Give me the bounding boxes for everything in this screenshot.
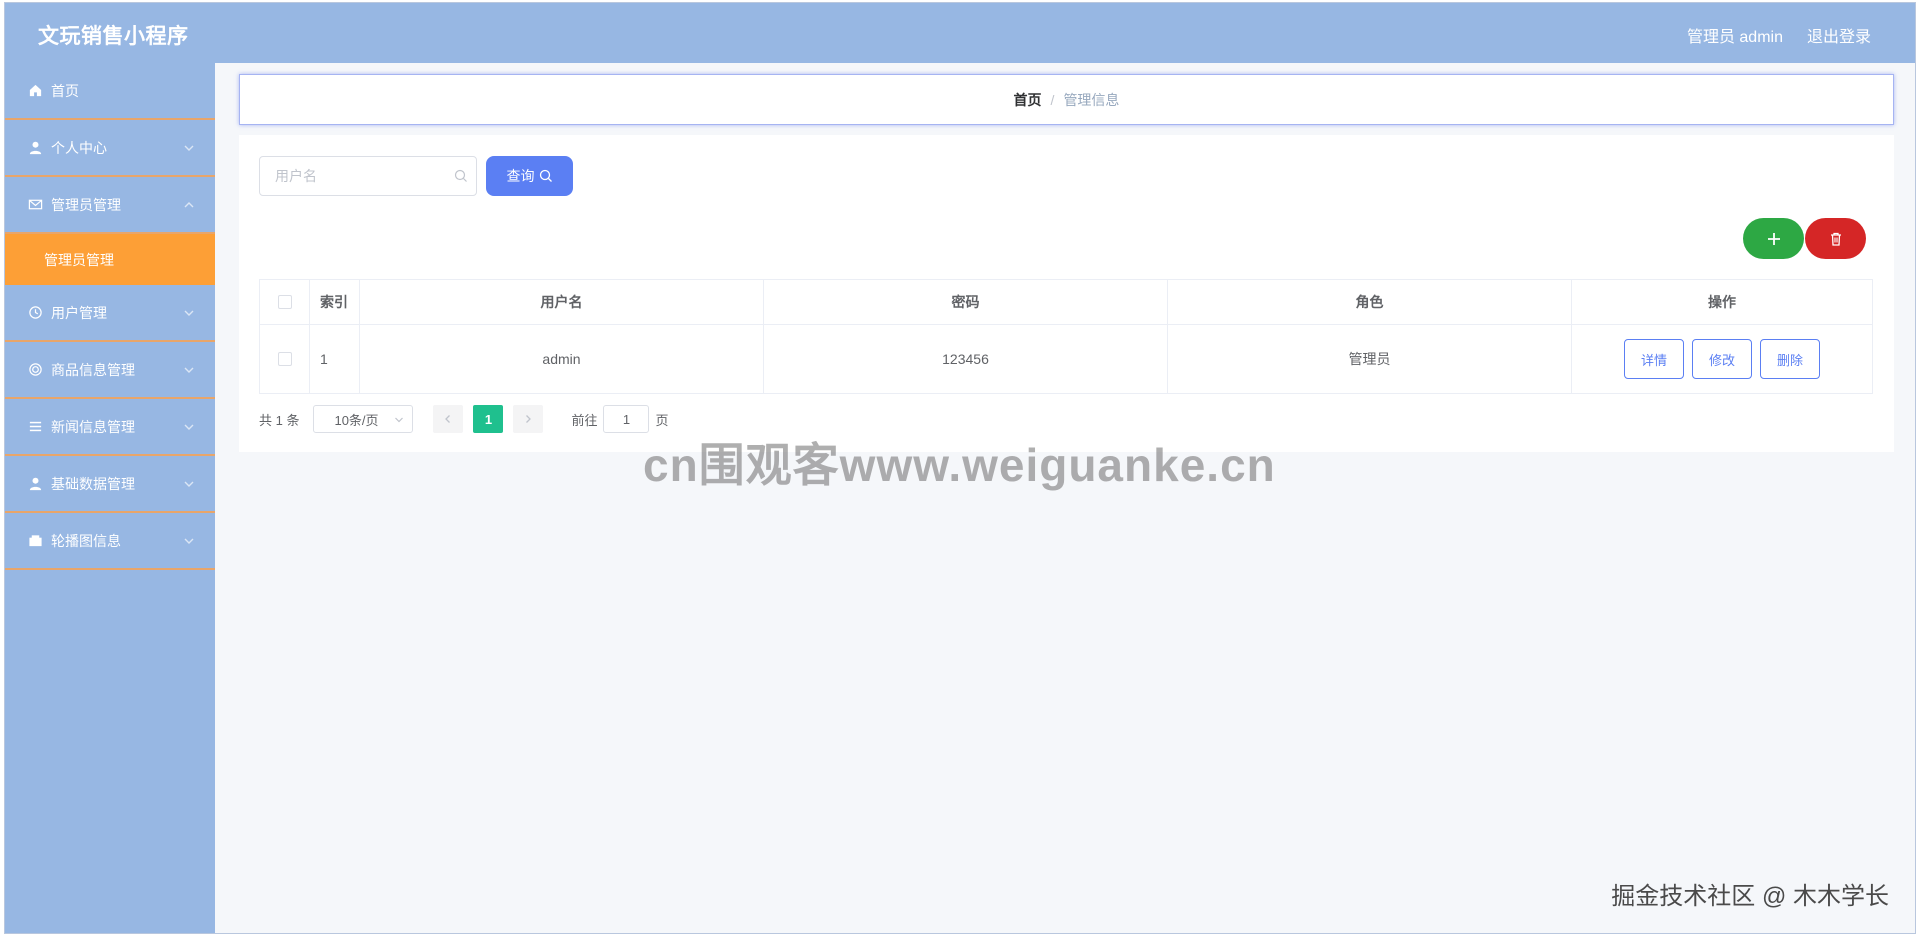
delete-button[interactable]: 删除	[1760, 339, 1820, 379]
username-search-input[interactable]: 用户名	[259, 156, 477, 196]
next-page-button[interactable]	[513, 405, 544, 433]
pagination-total: 共 1 条	[259, 412, 300, 428]
search-icon	[539, 169, 552, 182]
plus-icon	[1767, 232, 1780, 245]
app-title: 文玩销售小程序	[38, 25, 189, 48]
current-user-label[interactable]: 管理员 admin	[1687, 23, 1783, 47]
column-header: 操作	[1708, 294, 1736, 310]
edit-button[interactable]: 修改	[1692, 339, 1752, 379]
chevron-down-icon	[184, 367, 194, 373]
mail-icon	[27, 197, 43, 213]
table-row: 1 admin 123456 管理员 详情 修改 删除	[260, 325, 1872, 393]
chevron-down-icon	[184, 424, 194, 430]
cell-password: 123456	[764, 325, 1168, 393]
search-icon	[454, 169, 467, 182]
logout-link[interactable]: 退出登录	[1807, 23, 1871, 47]
sidebar-item-label: 首页	[51, 82, 79, 99]
main-content: 首页 / 管理信息 用户名 查询 索引 用户名 密码 角色 操作 1 admin…	[215, 63, 1915, 933]
sidebar-item-label: 新闻信息管理	[51, 418, 135, 435]
chevron-up-icon	[184, 202, 194, 208]
user-icon	[27, 476, 43, 492]
sidebar-subitem-admin-management[interactable]: 管理员管理	[5, 234, 215, 285]
page-size-select[interactable]: 10条/页	[313, 405, 414, 433]
batch-delete-button[interactable]	[1805, 218, 1866, 259]
breadcrumb-home[interactable]: 首页	[1014, 90, 1042, 110]
chevron-right-icon	[526, 415, 532, 423]
cell-actions: 详情 修改 删除	[1572, 325, 1872, 393]
sidebar-item-admin-management[interactable]: 管理员管理	[5, 177, 215, 234]
add-button[interactable]	[1743, 218, 1804, 259]
detail-button[interactable]: 详情	[1624, 339, 1684, 379]
list-icon	[27, 419, 43, 435]
column-header: 用户名	[360, 280, 764, 324]
breadcrumb-separator: /	[1050, 91, 1055, 108]
cell-index: 1	[310, 325, 360, 393]
page-unit-label: 页	[655, 412, 669, 428]
sidebar-item-label: 商品信息管理	[51, 361, 135, 378]
row-checkbox[interactable]	[277, 352, 292, 366]
query-button[interactable]: 查询	[486, 156, 573, 196]
home-icon	[27, 83, 43, 99]
prev-page-button[interactable]	[433, 405, 464, 433]
query-button-label: 查询	[506, 168, 535, 184]
sidebar-item-user-management[interactable]: 用户管理	[5, 285, 215, 342]
app-frame: 文玩销售小程序 管理员 admin 退出登录 首页 个人中心 管理员管理 管理员…	[4, 2, 1916, 934]
sidebar-item-label: 轮播图信息	[51, 532, 121, 549]
chevron-down-icon	[184, 310, 194, 316]
clock-icon	[27, 305, 43, 321]
corner-watermark: 掘金技术社区 @ 木木学长	[1611, 883, 1889, 910]
breadcrumb: 首页 / 管理信息	[239, 74, 1894, 125]
cell-role: 管理员	[1168, 325, 1572, 393]
sidebar: 首页 个人中心 管理员管理 管理员管理 用户管理 商品信息管理 新闻信息管理 基…	[5, 63, 215, 933]
row-checkbox-cell	[260, 325, 310, 393]
page-size-value: 10条/页	[334, 412, 379, 428]
page-number-current[interactable]: 1	[473, 405, 504, 433]
watermark-text: cn围观客www.weiguanke.cn	[643, 439, 1276, 491]
sidebar-item-carousel-info[interactable]: 轮播图信息	[5, 513, 215, 570]
sidebar-item-label: 用户管理	[51, 304, 107, 321]
sidebar-item-news-management[interactable]: 新闻信息管理	[5, 399, 215, 456]
cell-username: admin	[360, 325, 764, 393]
search-placeholder: 用户名	[275, 168, 317, 184]
sidebar-item-base-data-management[interactable]: 基础数据管理	[5, 456, 215, 513]
chevron-down-icon	[184, 145, 194, 151]
user-icon	[27, 140, 43, 156]
pagination: 共 1 条 10条/页 1 前往 1 页	[259, 405, 669, 433]
table-header-row: 索引 用户名 密码 角色 操作	[260, 280, 1872, 325]
breadcrumb-current: 管理信息	[1063, 91, 1120, 108]
column-header: 索引	[310, 280, 360, 324]
sidebar-item-label: 管理员管理	[51, 196, 121, 213]
chevron-left-icon	[445, 415, 451, 423]
trash-icon	[1830, 232, 1841, 246]
sidebar-item-home[interactable]: 首页	[5, 63, 215, 120]
column-header: 密码	[764, 280, 1168, 324]
target-icon	[27, 362, 43, 378]
sidebar-item-label: 基础数据管理	[51, 475, 135, 492]
chevron-down-icon	[395, 417, 404, 423]
sidebar-item-label: 个人中心	[51, 139, 107, 156]
admin-table: 索引 用户名 密码 角色 操作 1 admin 123456 管理员 详情 修改…	[259, 279, 1873, 394]
goto-label: 前往	[571, 412, 598, 428]
wallet-icon	[27, 533, 43, 549]
user-area: 管理员 admin 退出登录	[1687, 23, 1871, 47]
sidebar-item-product-management[interactable]: 商品信息管理	[5, 342, 215, 399]
column-header: 角色	[1168, 280, 1572, 324]
top-bar: 文玩销售小程序 管理员 admin 退出登录	[5, 3, 1915, 63]
content-card: 用户名 查询 索引 用户名 密码 角色 操作 1 admin 123456 管理…	[239, 135, 1894, 452]
select-all-checkbox[interactable]	[277, 295, 292, 309]
sidebar-item-personal-center[interactable]: 个人中心	[5, 120, 215, 177]
header-checkbox-cell	[260, 280, 310, 324]
chevron-down-icon	[184, 538, 194, 544]
chevron-down-icon	[184, 481, 194, 487]
